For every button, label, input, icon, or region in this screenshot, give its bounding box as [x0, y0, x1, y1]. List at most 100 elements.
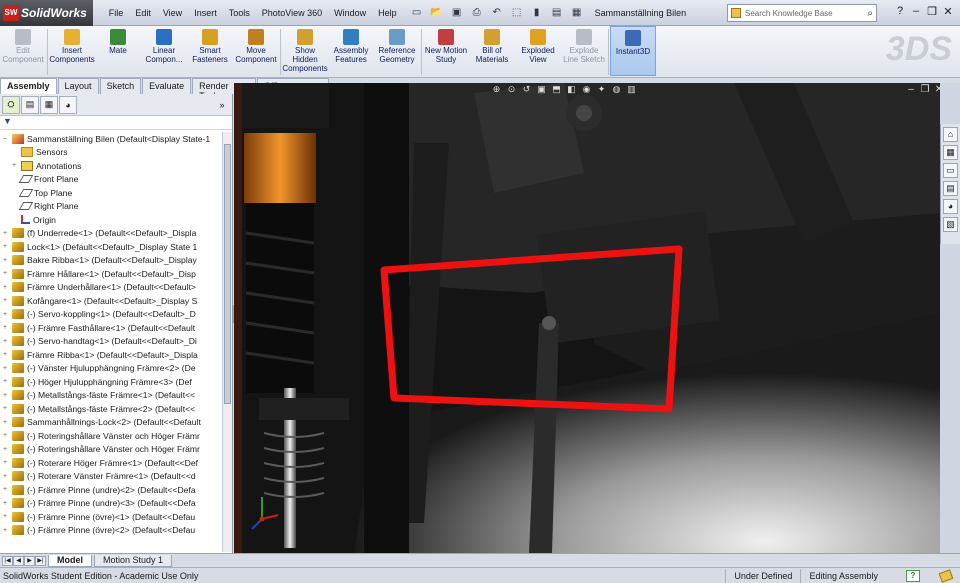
expand-icon[interactable]: + — [3, 527, 12, 534]
assembly-features-button[interactable]: Assembly Features — [328, 26, 374, 64]
select-arrow-icon[interactable]: ⬚ — [508, 5, 526, 21]
tree-item[interactable]: + (-) Främre Fasthållare<1> (Default<<Def… — [0, 321, 222, 335]
tree-item[interactable]: + Främre Hållare<1> (Default<<Default>_Di… — [0, 267, 222, 281]
expand-icon[interactable]: + — [3, 284, 12, 291]
edit-appearance-icon[interactable]: ✦ — [595, 84, 608, 95]
tree-item[interactable]: + Kofångare<1> (Default<<Default>_Display… — [0, 294, 222, 308]
menu-item-tools[interactable]: Tools — [223, 8, 256, 18]
tree-item[interactable]: + (-) Vänster Hjulupphängning Främre<2> (… — [0, 362, 222, 376]
tab-evaluate[interactable]: Evaluate — [142, 78, 192, 94]
design-library-icon[interactable]: ▦ — [943, 145, 958, 160]
tree-item[interactable]: + (-) Servo-handtag<1> (Default<<Default>… — [0, 335, 222, 349]
tree-item[interactable]: Front Plane — [0, 173, 222, 187]
mate-button[interactable]: Mate — [95, 26, 141, 55]
options-icon[interactable]: ▦ — [568, 5, 586, 21]
view-orientation-icon[interactable]: ⬒ — [550, 84, 563, 95]
tree-item[interactable]: + Lock<1> (Default<<Default>_Display Stat… — [0, 240, 222, 254]
tree-item[interactable]: + (f) Underrede<1> (Default<<Default>_Dis… — [0, 227, 222, 241]
tree-item[interactable]: + (-) Främre Pinne (undre)<3> (Default<<D… — [0, 497, 222, 511]
expand-icon[interactable]: + — [3, 405, 12, 412]
insert-components-button[interactable]: Insert Components — [49, 26, 95, 64]
tree-item[interactable]: Top Plane — [0, 186, 222, 200]
tree-item[interactable]: + (-) Roteringshållare Vänster och Höger … — [0, 429, 222, 443]
expand-icon[interactable]: + — [3, 513, 12, 520]
menu-item-help[interactable]: Help — [372, 8, 403, 18]
hide-show-items-icon[interactable]: ◉ — [580, 84, 593, 95]
tree-item[interactable]: + Främre Ribba<1> (Default<<Default>_Disp… — [0, 348, 222, 362]
search-icon[interactable]: ⌕ — [867, 8, 876, 19]
expand-icon[interactable]: + — [12, 162, 21, 169]
file-explorer-icon[interactable]: ▭ — [943, 163, 958, 178]
menu-item-insert[interactable]: Insert — [188, 8, 223, 18]
tree-item[interactable]: + (-) Roterare Höger Främre<1> (Default<<… — [0, 456, 222, 470]
new-document-icon[interactable]: ▭ — [408, 5, 426, 21]
tree-item[interactable]: + (-) Höger Hjulupphängning Främre<3> (De… — [0, 375, 222, 389]
save-icon[interactable]: ▣ — [448, 5, 466, 21]
expand-icon[interactable]: + — [3, 230, 12, 237]
expand-icon[interactable]: + — [3, 486, 12, 493]
expand-icon[interactable]: + — [3, 432, 12, 439]
bill-of-materials-button[interactable]: Bill of Materials — [469, 26, 515, 64]
tree-item[interactable]: + (-) Främre Pinne (övre)<2> (Default<<De… — [0, 524, 222, 538]
appearances-icon[interactable]: ◕ — [943, 199, 958, 214]
expand-icon[interactable]: + — [3, 473, 12, 480]
tree-item[interactable]: + (-) Metallstångs-fäste Främre<2> (Defau… — [0, 402, 222, 416]
menu-item-view[interactable]: View — [157, 8, 188, 18]
expand-icon[interactable]: + — [3, 446, 12, 453]
tab-layout[interactable]: Layout — [57, 78, 99, 94]
section-view-icon[interactable]: ▣ — [535, 84, 548, 95]
first-tab-icon[interactable]: |◀ — [2, 555, 13, 566]
tree-item[interactable]: Right Plane — [0, 200, 222, 214]
tab-motion-study[interactable]: Motion Study 1 — [94, 554, 173, 567]
expand-icon[interactable]: + — [3, 243, 12, 250]
tree-item[interactable]: + (-) Servo-koppling<1> (Default<<Default… — [0, 308, 222, 322]
new-motion-study-button[interactable]: New Motion Study — [423, 26, 469, 64]
linear-compon-button[interactable]: Linear Compon... — [141, 26, 187, 64]
prev-tab-icon[interactable]: ◀ — [13, 555, 24, 566]
quick-tips-help-icon[interactable]: ? — [906, 569, 920, 582]
previous-view-icon[interactable]: ↺ — [520, 84, 533, 95]
tree-item[interactable]: + Sammanhållnings-Lock<2> (Default<<Defau… — [0, 416, 222, 430]
tree-item[interactable]: + (-) Främre Pinne (övre)<1> (Default<<De… — [0, 510, 222, 524]
scrollbar-thumb[interactable] — [224, 144, 231, 404]
close-icon[interactable]: ✕ — [940, 5, 956, 18]
menu-item-window[interactable]: Window — [328, 8, 372, 18]
tree-root-assembly[interactable]: – Sammanställning Bilen (Default<Display … — [0, 132, 222, 146]
expand-icon[interactable]: + — [3, 324, 12, 331]
expand-panel-icon[interactable]: » — [213, 96, 231, 114]
menu-item-edit[interactable]: Edit — [129, 8, 157, 18]
explode-line-sketch-button[interactable]: Explode Line Sketch — [561, 26, 607, 64]
display-style-icon[interactable]: ◧ — [565, 84, 578, 95]
viewport-minimize-icon[interactable]: – — [904, 84, 918, 95]
file-properties-icon[interactable]: ▤ — [548, 5, 566, 21]
view-palette-icon[interactable]: ▤ — [943, 181, 958, 196]
move-component-button[interactable]: Move Component — [233, 26, 279, 64]
expand-icon[interactable]: + — [3, 419, 12, 426]
tree-item[interactable]: + (-) Roterare Vänster Främre<1> (Default… — [0, 470, 222, 484]
custom-properties-icon[interactable]: ▧ — [943, 217, 958, 232]
next-tab-icon[interactable]: ▶ — [24, 555, 35, 566]
view-settings-icon[interactable]: ▥ — [625, 84, 638, 95]
expand-icon[interactable]: + — [3, 392, 12, 399]
expand-icon[interactable]: + — [3, 500, 12, 507]
expand-icon[interactable]: + — [3, 311, 12, 318]
menu-item-file[interactable]: File — [103, 8, 130, 18]
expand-icon[interactable]: + — [3, 297, 12, 304]
tree-item[interactable]: + Annotations — [0, 159, 222, 173]
open-folder-icon[interactable]: 📂 — [428, 5, 446, 21]
expand-icon[interactable]: + — [3, 338, 12, 345]
show-hidden-components-button[interactable]: Show Hidden Components — [282, 26, 328, 73]
tree-item[interactable]: Origin — [0, 213, 222, 227]
rebuild-status-icon[interactable] — [938, 568, 954, 583]
tab-sketch[interactable]: Sketch — [99, 78, 142, 94]
expand-icon[interactable]: + — [3, 270, 12, 277]
solidworks-logo[interactable]: SW SolidWorks — [0, 0, 93, 26]
zoom-area-icon[interactable]: ⊙ — [505, 84, 518, 95]
reference-geometry-button[interactable]: Reference Geometry — [374, 26, 420, 64]
tree-item[interactable]: + Bakre Ribba<1> (Default<<Default>_Displ… — [0, 254, 222, 268]
viewport-restore-icon[interactable]: ❐ — [918, 84, 932, 95]
edit-component-button[interactable]: Edit Component — [0, 26, 46, 64]
configuration-manager-tab-icon[interactable]: ▦ — [40, 95, 58, 114]
expand-icon[interactable]: + — [3, 459, 12, 466]
minimize-icon[interactable]: – — [908, 5, 924, 18]
